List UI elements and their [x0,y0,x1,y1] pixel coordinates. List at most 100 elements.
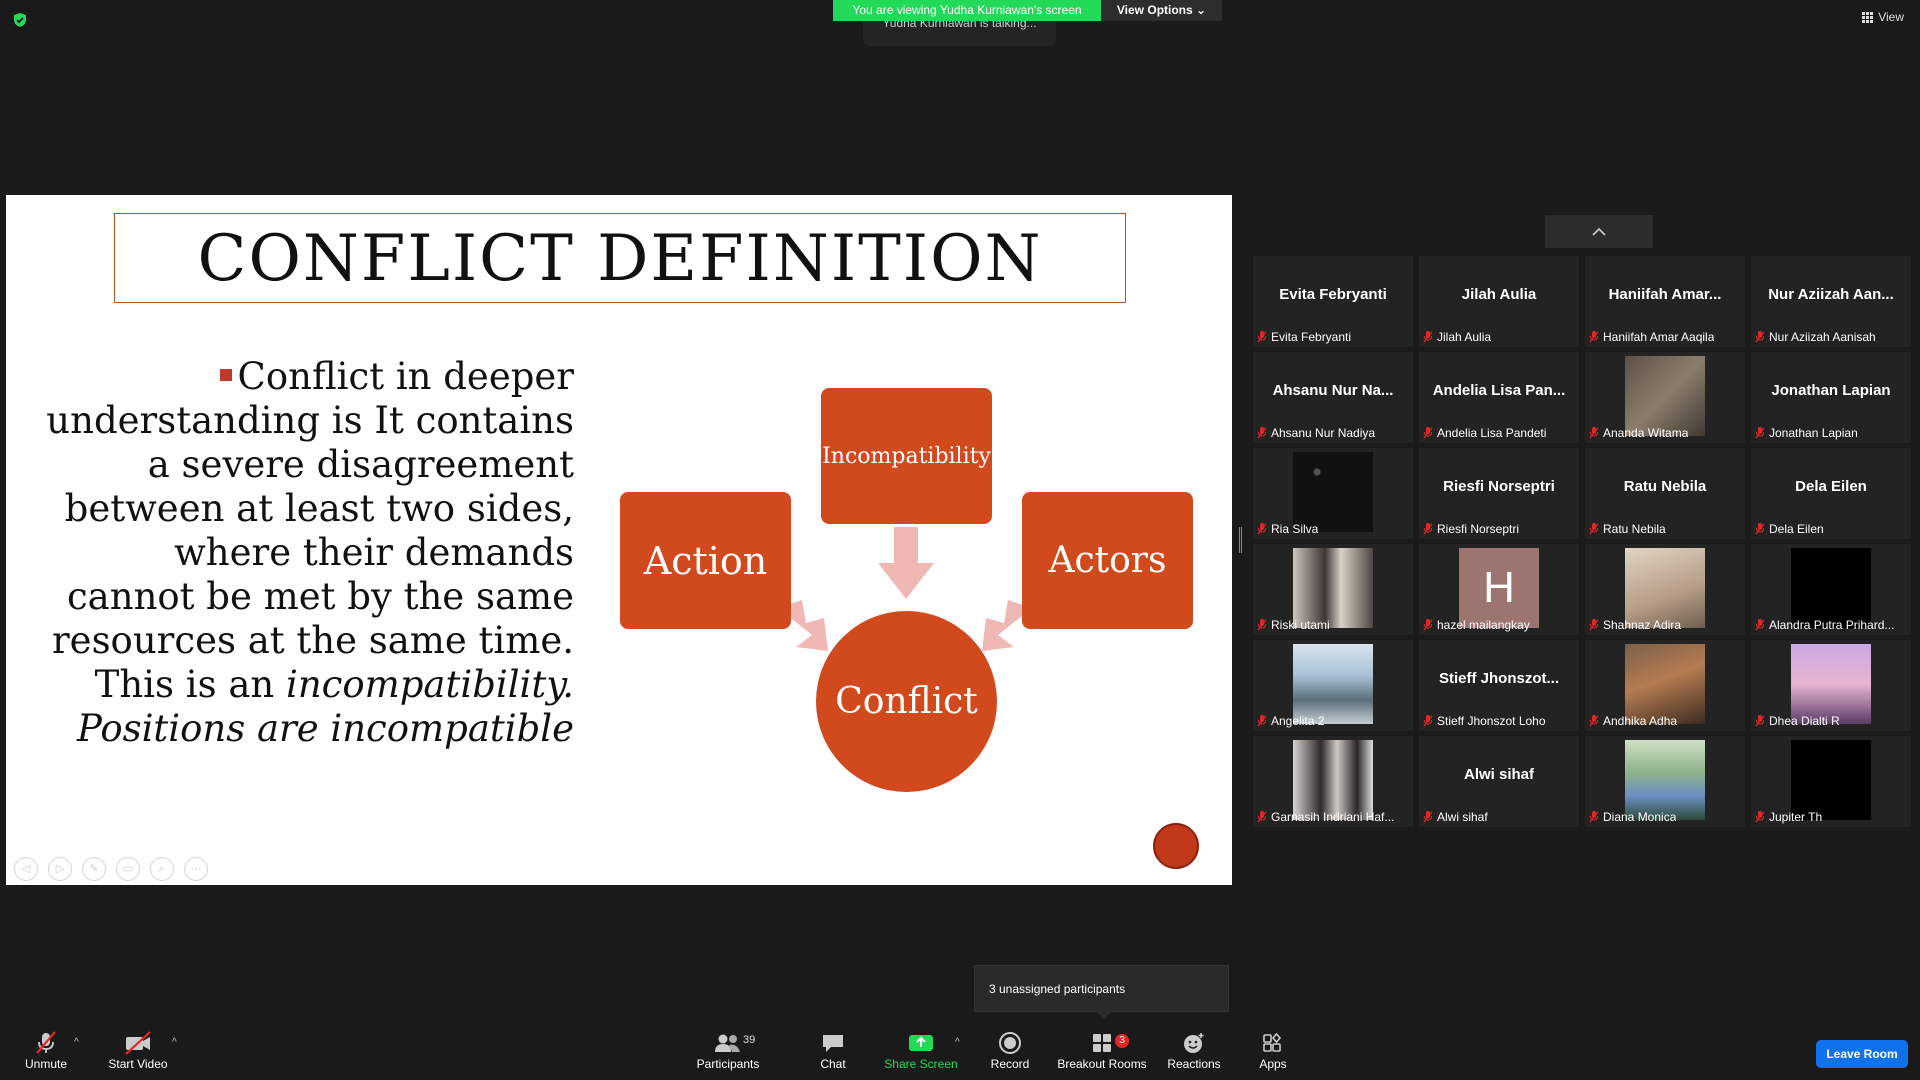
unmute-label: Unmute [24,1057,68,1071]
next-slide-icon[interactable]: ▷ [48,857,72,881]
participant-tile[interactable]: Ria Silva [1253,448,1413,539]
slides-icon[interactable]: ▭ [116,857,140,881]
unassigned-participants-tooltip: 3 unassigned participants [974,965,1229,1012]
muted-mic-icon [1423,523,1433,535]
diagram-node-actors: Actors [1022,492,1193,629]
participant-name: Angelita 2 [1271,714,1325,728]
participant-name-bar: Ratu Nebila [1589,522,1741,536]
chat-icon [823,1035,843,1052]
participant-video [1625,548,1705,628]
video-options-caret-icon[interactable]: ^ [172,1037,177,1048]
record-label: Record [990,1057,1030,1071]
audio-options-caret-icon[interactable]: ^ [74,1037,79,1048]
diagram-node-conflict: Conflict [816,611,997,792]
participant-tile[interactable]: Andelia Lisa Pan... Andelia Lisa Pandeti [1419,352,1579,443]
participant-tile[interactable]: Riski utami [1253,544,1413,635]
participant-tile[interactable]: Ahsanu Nur Na... Ahsanu Nur Nadiya [1253,352,1413,443]
participants-icon [715,1034,740,1052]
participant-tile[interactable]: Nur Aziizah Aan... Nur Aziizah Aanisah [1751,256,1911,347]
security-shield-icon[interactable] [12,12,28,28]
participant-display-name: Alwi sihaf [1463,766,1534,783]
participant-name: Jupiter Th [1769,810,1823,824]
participant-name: Jilah Aulia [1437,330,1492,344]
start-video-button[interactable]: Start Video [104,1031,172,1071]
diagram-node-action: Action [620,492,791,629]
participant-name: Ahsanu Nur Nadiya [1271,426,1376,440]
participant-tile[interactable]: Evita Febryanti Evita Febryanti [1253,256,1413,347]
participant-tile[interactable]: Alandra Putra Prihard... [1751,544,1911,635]
slide-title-box: CONFLICT DEFINITION [114,213,1126,303]
participant-display-name: Evita Febryanti [1279,286,1387,303]
record-button[interactable]: Record [985,1031,1035,1071]
chevron-down-icon: ⌄ [1196,3,1207,17]
participant-tile[interactable]: Alwi sihaf Alwi sihaf [1419,736,1579,827]
muted-mic-icon [1589,523,1599,535]
participant-name: Andelia Lisa Pandeti [1437,426,1547,440]
participant-name-bar: Riesfi Norseptri [1423,522,1575,536]
participant-video [1293,644,1373,724]
breakout-rooms-button[interactable]: Breakout Rooms [1054,1031,1150,1071]
view-options-button[interactable]: View Options ⌄ [1101,0,1222,21]
participant-tile[interactable]: Garnasih Indriani Haf... [1253,736,1413,827]
participant-tile[interactable]: Shahnaz Adira [1585,544,1745,635]
participant-name: Jonathan Lapian [1769,426,1858,440]
prev-slide-icon[interactable]: ◁ [14,857,38,881]
muted-mic-icon [1257,523,1267,535]
participant-display-name: Andelia Lisa Pan... [1432,382,1566,399]
reactions-button[interactable]: Reactions [1160,1031,1228,1071]
participant-tile[interactable]: Dhea Dialti R [1751,640,1911,731]
participant-name-bar: Stieff Jhonszot Loho [1423,714,1575,728]
arrow-down [878,527,934,599]
muted-mic-icon [1589,715,1599,727]
participant-name-bar: Jonathan Lapian [1755,426,1907,440]
split-divider-handle[interactable] [1239,527,1242,553]
participant-display-name: Jilah Aulia [1461,286,1537,303]
participant-name-bar: Riski utami [1257,618,1409,632]
slide-title: CONFLICT DEFINITION [197,222,1043,296]
participant-tile[interactable]: Dela Eilen Dela Eilen [1751,448,1911,539]
share-screen-icon [909,1035,933,1051]
participant-video [1791,548,1871,628]
participant-tile[interactable]: Haniifah Amar... Haniifah Amar Aaqila [1585,256,1745,347]
chat-label: Chat [820,1057,846,1071]
participant-video [1293,740,1373,820]
chat-button[interactable]: Chat [808,1031,858,1071]
apps-button[interactable]: Apps [1250,1031,1296,1071]
participant-tile[interactable]: Riesfi Norseptri Riesfi Norseptri [1419,448,1579,539]
participant-tile[interactable]: Ratu Nebila Ratu Nebila [1585,448,1745,539]
participant-tile[interactable]: Diana Monica [1585,736,1745,827]
zoom-icon[interactable]: ⌕ [150,857,174,881]
muted-mic-icon [1423,427,1433,439]
view-button[interactable]: View [1862,10,1904,24]
pen-icon[interactable]: ✎ [82,857,106,881]
tooltip-pointer [1096,1011,1112,1019]
slide-body-italic-2: Positions are incompatible [76,707,574,750]
participant-name: Dhea Dialti R [1769,714,1840,728]
participant-name-bar: Alwi sihaf [1423,810,1575,824]
participant-tile[interactable]: Angelita 2 [1253,640,1413,731]
participant-tile[interactable]: Jilah Aulia Jilah Aulia [1419,256,1579,347]
muted-mic-icon [1423,331,1433,343]
participant-name-bar: Evita Febryanti [1257,330,1409,344]
avatar-initial: H [1459,548,1539,628]
gallery-page-up-button[interactable] [1545,215,1653,248]
leave-room-button[interactable]: Leave Room [1816,1040,1908,1068]
unmute-button[interactable]: Unmute [18,1031,74,1071]
muted-mic-icon [1589,331,1599,343]
participant-name: Haniifah Amar Aaqila [1603,330,1715,344]
participant-tile[interactable]: Hhazel mailangkay [1419,544,1579,635]
participant-gallery: Evita Febryanti Evita Febryanti Jilah Auli… [1253,256,1911,827]
shared-screen[interactable]: CONFLICT DEFINITION Conflict in deeper u… [6,195,1232,885]
participant-tile[interactable]: Andhika Adha [1585,640,1745,731]
participant-tile[interactable]: Jupiter Th [1751,736,1911,827]
view-label: View [1878,10,1904,24]
meeting-toolbar: Unmute ^ Start Video ^ Participants 39 C… [0,1023,1920,1080]
participant-tile[interactable]: Stieff Jhonszot... Stieff Jhonszot Loho [1419,640,1579,731]
share-screen-button[interactable]: Share Screen [880,1031,962,1071]
participant-tile[interactable]: Jonathan Lapian Jonathan Lapian [1751,352,1911,443]
apps-label: Apps [1259,1057,1287,1071]
share-options-caret-icon[interactable]: ^ [955,1037,960,1048]
participant-tile[interactable]: Ananda Witama [1585,352,1745,443]
participant-name: Dela Eilen [1769,522,1824,536]
more-icon[interactable]: ⋯ [184,857,208,881]
